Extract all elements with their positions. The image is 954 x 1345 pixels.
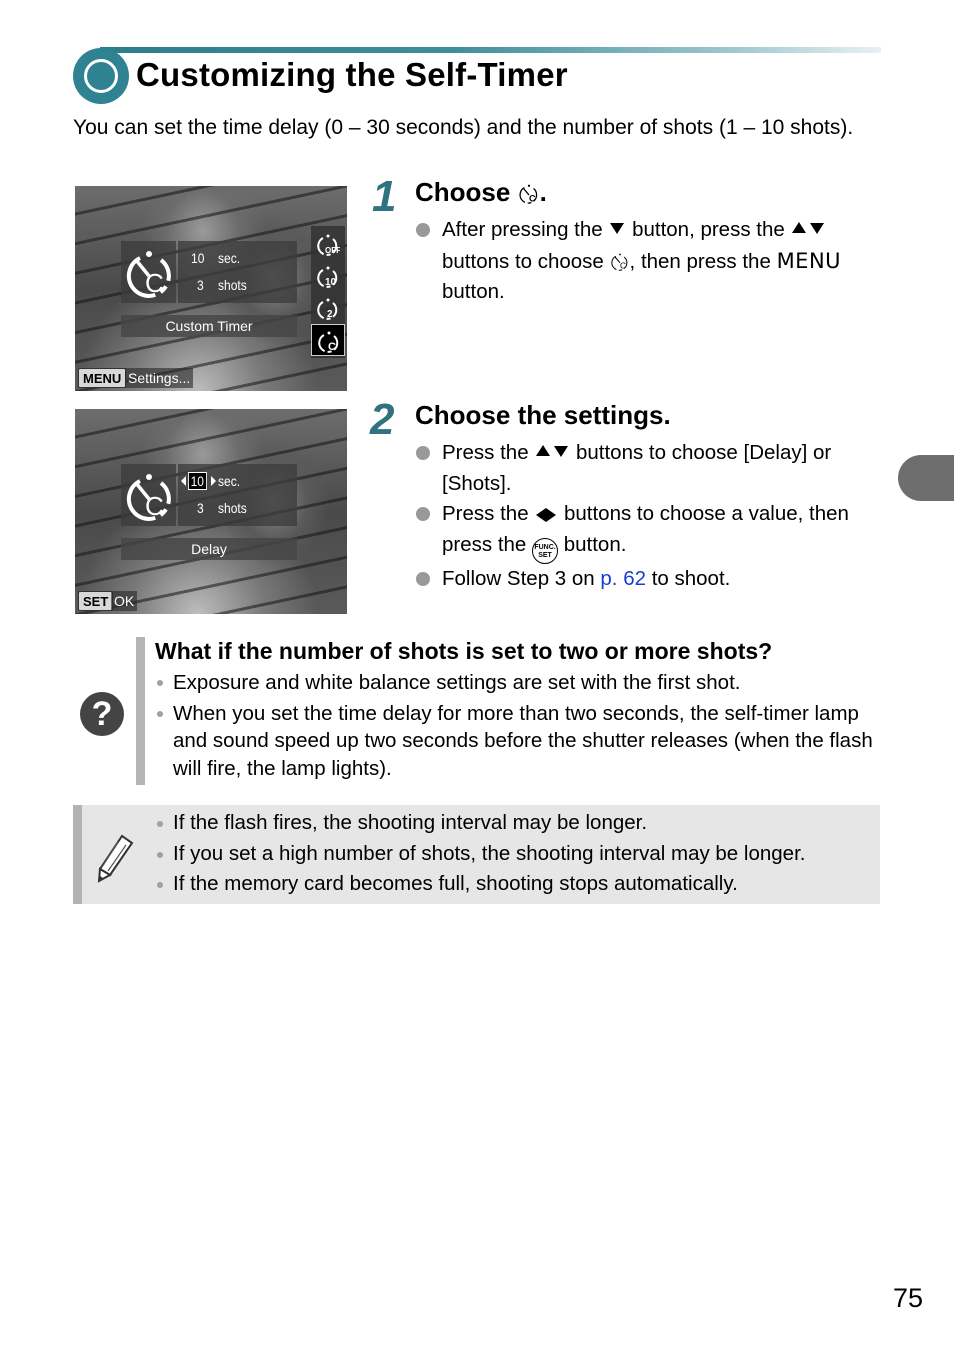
text: button, press the: [626, 218, 791, 241]
step-1-heading-text: Choose: [415, 177, 518, 207]
note-list: If the flash fires, the shooting interva…: [155, 808, 875, 900]
text: After pressing the: [442, 218, 609, 241]
footer-text: Settings...: [125, 368, 194, 388]
text: If you set a high number of shots, the s…: [173, 841, 806, 865]
text: Exposure and white balance settings are …: [173, 671, 741, 694]
page-title: Customizing the Self-Timer: [136, 56, 568, 93]
custom-timer-icon: C: [519, 184, 537, 204]
step-number-2: 2: [370, 395, 395, 444]
list-item: Press the buttons to choose a value, the…: [415, 499, 880, 564]
text: to shoot.: [646, 566, 731, 590]
list-item: Follow Step 3 on p. 62 to shoot.: [415, 564, 880, 595]
svg-text:C: C: [529, 193, 536, 203]
text: If the flash fires, the shooting interva…: [173, 811, 648, 834]
step-2-bullets: Press the buttons to choose [Delay] or […: [415, 438, 880, 594]
list-item: After pressing the button, press the but…: [415, 215, 880, 308]
qa-title: What if the number of shots is set to tw…: [155, 638, 773, 664]
camera-screen-custom-timer: C 10 sec. 3 shots Custom Timer OFF 10 2 …: [75, 186, 347, 391]
text: , then press the: [629, 249, 777, 273]
step-number-1: 1: [372, 172, 397, 221]
chapter-tab[interactable]: [898, 455, 954, 501]
menu-key-label: MENU: [78, 368, 127, 388]
left-arrow-icon: [181, 476, 186, 486]
svg-text:C: C: [145, 268, 164, 298]
bullet-icon: [157, 851, 163, 858]
list-item: Exposure and white balance settings are …: [155, 669, 875, 697]
step-1-bullets: After pressing the button, press the but…: [415, 215, 880, 308]
page-number: 75: [893, 1283, 924, 1313]
mode-label: Custom Timer: [121, 315, 297, 337]
timer-side-menu: OFF 10 2 C: [311, 226, 345, 358]
list-item: If the flash fires, the shooting interva…: [155, 808, 875, 839]
text: Follow Step 3 on: [442, 566, 601, 590]
shots-unit: shots: [218, 277, 247, 293]
up-button-icon: [792, 222, 807, 234]
custom-timer-icon: C: [126, 251, 171, 298]
right-button-icon: [546, 507, 557, 522]
setting-label: Delay: [121, 538, 297, 560]
left-button-icon: [536, 507, 547, 522]
up-button-icon: [536, 445, 551, 457]
down-button-icon: [810, 223, 825, 235]
bullet-icon: [157, 680, 163, 686]
custom-timer-icon: C: [126, 474, 171, 521]
svg-text:10: 10: [325, 277, 337, 288]
list-item: When you set the time delay for more tha…: [155, 700, 875, 783]
bullet-icon: [416, 446, 430, 460]
set-key-label: SET: [78, 591, 114, 611]
text: button.: [442, 280, 505, 303]
right-arrow-icon: [211, 476, 216, 486]
svg-text:C: C: [328, 341, 336, 353]
func-label: FUNC.: [534, 543, 556, 551]
set-label: SET: [538, 551, 552, 559]
bullet-icon: [416, 223, 430, 237]
text: Press the: [442, 502, 535, 525]
text: When you set the time delay for more tha…: [173, 701, 873, 780]
delay-value-selected[interactable]: 10: [188, 472, 207, 490]
bullet-icon: [416, 571, 430, 586]
step-1-heading-suffix: .: [539, 177, 547, 207]
shots-value: 3: [197, 277, 204, 293]
question-icon: ?: [80, 692, 124, 736]
section-badge-icon: [73, 48, 129, 104]
delay-value: 10: [191, 250, 205, 266]
bullet-icon: [416, 507, 430, 521]
text: button.: [558, 532, 627, 556]
timer-custom-icon[interactable]: C: [311, 324, 345, 356]
text: Press the: [442, 441, 535, 464]
bullet-icon: [157, 882, 163, 888]
page-62-link[interactable]: p. 62: [600, 567, 646, 590]
svg-text:C: C: [620, 260, 626, 270]
shots-value: 3: [197, 500, 204, 516]
list-item: If you set a high number of shots, the s…: [155, 839, 875, 870]
bullet-icon: [157, 821, 163, 827]
timer-off-icon[interactable]: OFF: [311, 228, 345, 260]
svg-text:C: C: [145, 491, 164, 521]
list-item: If the memory card becomes full, shootin…: [155, 869, 875, 900]
shots-unit: shots: [218, 500, 247, 516]
text: buttons to choose: [442, 249, 610, 273]
bullet-icon: [157, 710, 163, 717]
intro-text: You can set the time delay (0 – 30 secon…: [73, 116, 854, 139]
delay-unit: sec.: [218, 250, 241, 266]
func-set-button-icon: FUNC. SET: [532, 537, 559, 564]
timer-2-icon[interactable]: 2: [311, 292, 345, 324]
svg-text:OFF: OFF: [325, 246, 340, 255]
title-rule: [100, 47, 881, 53]
camera-screen-delay: C 10 sec. 3 shots Delay SET OK: [75, 409, 347, 614]
timer-10-icon[interactable]: 10: [311, 260, 345, 292]
step-1-heading: Choose C.: [415, 177, 547, 208]
text: If the memory card becomes full, shootin…: [173, 872, 738, 895]
qa-list: Exposure and white balance settings are …: [155, 669, 875, 782]
footer-text: OK: [111, 591, 138, 611]
svg-text:2: 2: [327, 309, 333, 320]
custom-timer-icon: C: [610, 253, 627, 271]
step-2-heading: Choose the settings.: [415, 400, 671, 430]
down-button-icon: [610, 223, 625, 235]
list-item: Press the buttons to choose [Delay] or […: [415, 438, 880, 499]
pencil-icon: [97, 834, 134, 883]
delay-unit: sec.: [218, 473, 241, 489]
menu-button-icon: MENU: [776, 248, 842, 273]
down-button-icon: [554, 446, 569, 458]
